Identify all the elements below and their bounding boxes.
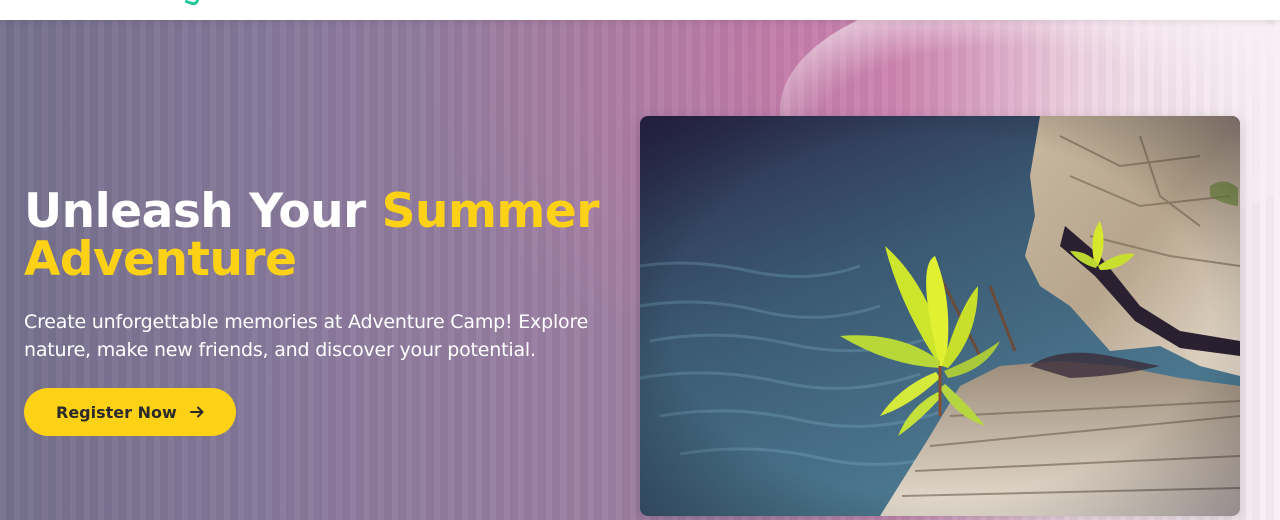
page: Unleash Your Summer Adventure Create unfo…: [0, 0, 1280, 520]
register-button-label: Register Now: [56, 402, 177, 422]
hero-image: [640, 116, 1240, 516]
hero-title-accent-1: Summer: [381, 184, 600, 239]
hero-title-main: Unleash Your: [24, 184, 382, 239]
arrow-right-icon: [189, 406, 204, 418]
logo-fragment[interactable]: [184, 0, 201, 7]
hero-content: Unleash Your Summer Adventure Create unfo…: [24, 188, 644, 436]
top-navbar: [0, 0, 1280, 20]
hero-subtitle: Create unforgettable memories at Adventu…: [24, 311, 589, 361]
hero-title-accent-2: Adventure: [24, 232, 297, 287]
plant-on-stump-image: [640, 116, 1240, 516]
register-now-button[interactable]: Register Now: [24, 388, 236, 436]
hero-title: Unleash Your Summer Adventure: [24, 188, 644, 284]
